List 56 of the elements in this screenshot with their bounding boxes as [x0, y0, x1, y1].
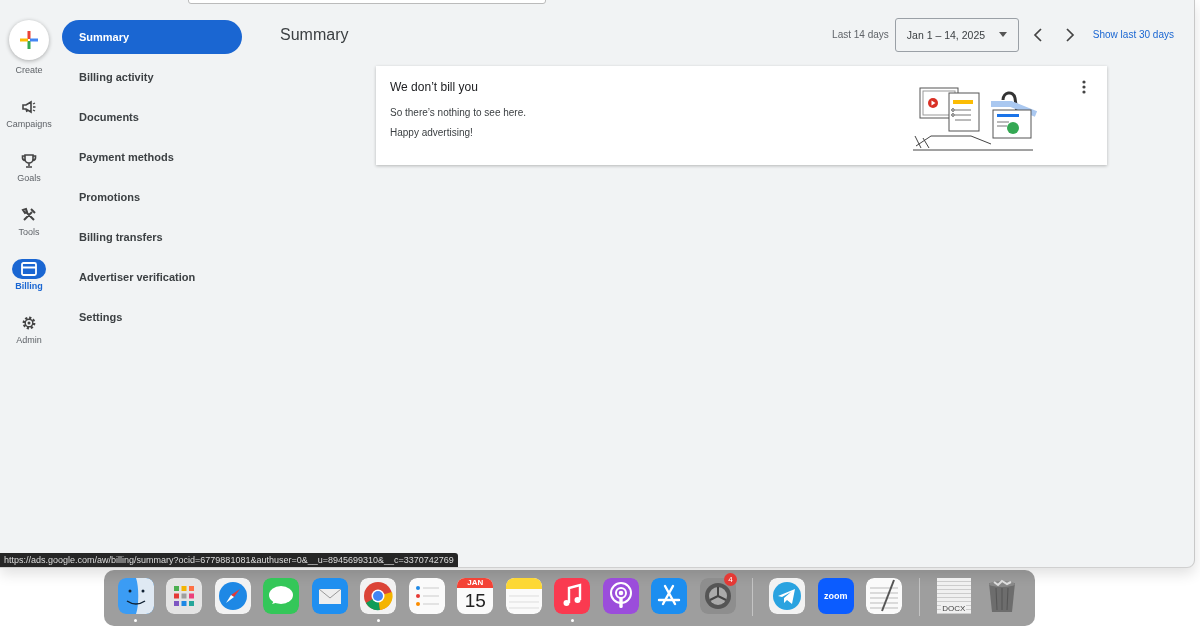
rail-label[interactable]: Campaigns: [6, 119, 52, 129]
finder-app-icon[interactable]: [117, 578, 154, 614]
trophy-icon: [21, 153, 37, 169]
messages-app-icon[interactable]: [263, 578, 300, 614]
zoom-logo-text: zoom: [824, 591, 848, 601]
nav-item[interactable]: Payment methods: [62, 140, 242, 174]
notification-badge: 4: [724, 573, 737, 586]
reminders-app-icon[interactable]: [408, 578, 445, 614]
textedit-app-icon[interactable]: [866, 578, 903, 614]
music-app-icon[interactable]: [554, 578, 591, 614]
file-type-label: DOCX: [941, 604, 967, 613]
nav-item[interactable]: Summary: [62, 20, 242, 54]
nav-item[interactable]: Documents: [62, 100, 242, 134]
zoom-app-icon[interactable]: zoom: [817, 578, 854, 614]
settings-icon: [21, 315, 37, 331]
rail-label[interactable]: Admin: [16, 335, 42, 345]
calendar-app-icon[interactable]: JAN 15: [457, 578, 494, 614]
nav-item[interactable]: Advertiser verification: [62, 260, 242, 294]
launchpad-app-icon[interactable]: [166, 578, 203, 614]
tools-icon: [21, 207, 37, 223]
status-url: https://ads.google.com/aw/billing/summary?ocid=6779881081&authuser=0&__u=8945699310&__c=3370742769: [0, 553, 458, 567]
rail-label[interactable]: Create: [15, 65, 43, 75]
date-range-dropdown[interactable]: Jan 1 – 14, 2025: [894, 17, 1019, 52]
plus-icon: [19, 30, 39, 50]
podcasts-app-icon[interactable]: [602, 578, 639, 614]
mail-app-icon[interactable]: [311, 578, 348, 614]
calendar-month: JAN: [457, 578, 494, 588]
range-label: Last 14 days: [832, 29, 889, 40]
settings-app-icon[interactable]: [699, 578, 736, 614]
more-options-icon[interactable]: [1082, 80, 1086, 94]
calendar-day: 15: [464, 588, 486, 613]
rail-label[interactable]: Billing: [15, 281, 43, 291]
page-title: Summary: [280, 25, 349, 44]
create-button[interactable]: [9, 20, 49, 60]
card-icon: [21, 262, 37, 276]
nav-item[interactable]: Promotions: [62, 180, 242, 214]
chrome-app-icon[interactable]: [360, 578, 397, 614]
document-app-icon[interactable]: DOCX: [935, 578, 972, 614]
telegram-app-icon[interactable]: [769, 578, 806, 614]
rail-label[interactable]: Goals: [17, 173, 41, 183]
show-last-30-days-link[interactable]: Show last 30 days: [1092, 29, 1174, 40]
nav-item[interactable]: Billing activity: [62, 60, 242, 94]
card-text: Happy advertising!: [390, 127, 474, 138]
notes-app-icon[interactable]: [505, 578, 542, 614]
caret-icon: [998, 32, 1007, 37]
appstore-app-icon[interactable]: [651, 578, 688, 614]
card-title: We don’t bill you: [390, 80, 479, 94]
nav-item[interactable]: Billing transfers: [62, 220, 242, 254]
rail-label[interactable]: Tools: [18, 227, 40, 237]
card-text: So there’s nothing to see here.: [390, 107, 528, 118]
next-icon[interactable]: [1064, 27, 1075, 42]
previous-icon[interactable]: [1032, 27, 1043, 42]
nav-item[interactable]: Settings: [62, 300, 242, 334]
rail-icon-background[interactable]: [12, 259, 46, 279]
safari-app-icon[interactable]: [214, 578, 251, 614]
megaphone-icon: [21, 99, 37, 115]
